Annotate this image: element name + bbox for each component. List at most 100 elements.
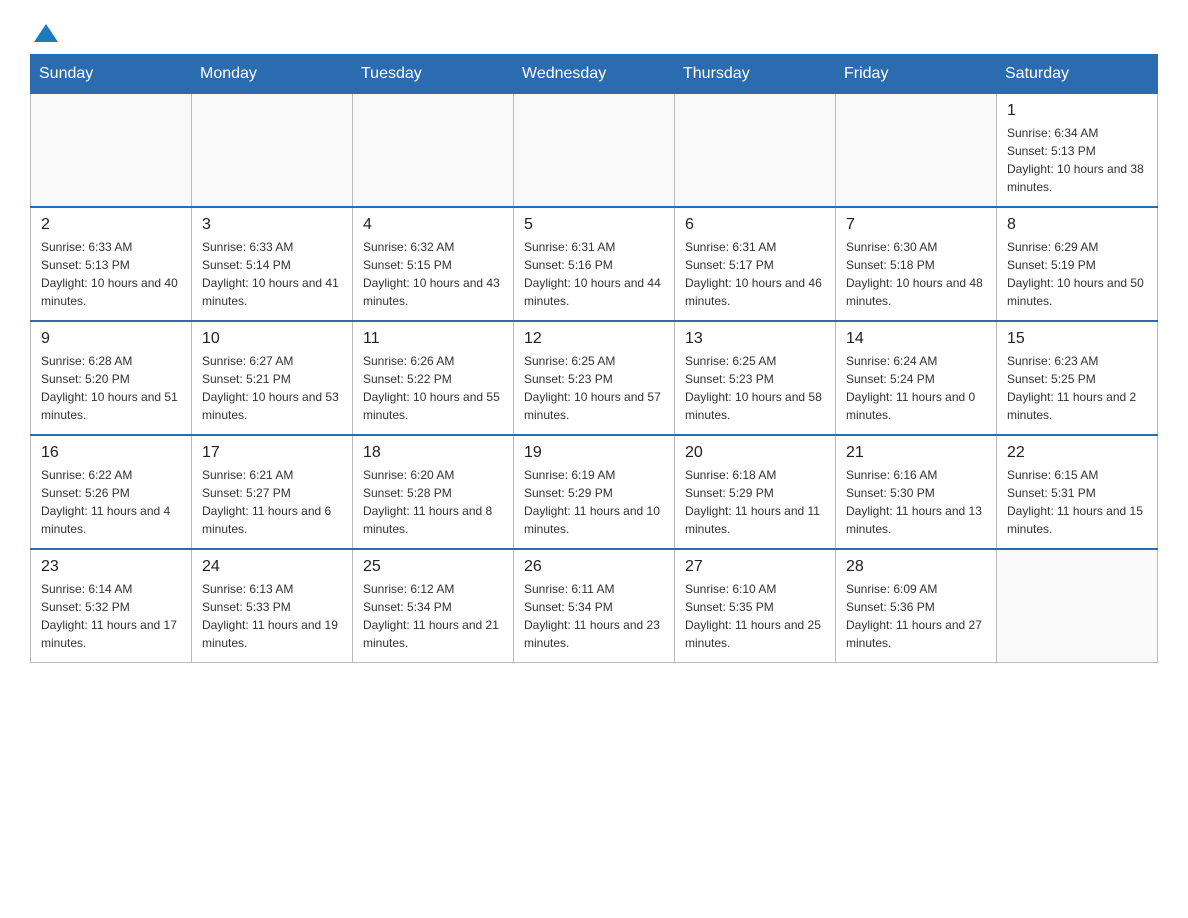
day-info: Sunrise: 6:11 AM Sunset: 5:34 PM Dayligh… — [524, 580, 664, 652]
table-row: 3 Sunrise: 6:33 AM Sunset: 5:14 PM Daylig… — [192, 207, 353, 321]
table-row: 11 Sunrise: 6:26 AM Sunset: 5:22 PM Dayli… — [353, 321, 514, 435]
table-row: 25 Sunrise: 6:12 AM Sunset: 5:34 PM Dayli… — [353, 549, 514, 663]
day-info: Sunrise: 6:20 AM Sunset: 5:28 PM Dayligh… — [363, 466, 503, 538]
table-row: 6 Sunrise: 6:31 AM Sunset: 5:17 PM Daylig… — [675, 207, 836, 321]
day-info: Sunrise: 6:32 AM Sunset: 5:15 PM Dayligh… — [363, 238, 503, 310]
day-info: Sunrise: 6:31 AM Sunset: 5:16 PM Dayligh… — [524, 238, 664, 310]
table-row: 22 Sunrise: 6:15 AM Sunset: 5:31 PM Dayli… — [997, 435, 1158, 549]
day-number: 21 — [846, 444, 986, 462]
day-number: 6 — [685, 216, 825, 234]
calendar-week-row: 1Sunrise: 6:34 AM Sunset: 5:13 PM Daylig… — [31, 94, 1158, 208]
table-row: 8 Sunrise: 6:29 AM Sunset: 5:19 PM Daylig… — [997, 207, 1158, 321]
day-number: 16 — [41, 444, 181, 462]
day-info: Sunrise: 6:21 AM Sunset: 5:27 PM Dayligh… — [202, 466, 342, 538]
day-number: 24 — [202, 558, 342, 576]
table-row: 7 Sunrise: 6:30 AM Sunset: 5:18 PM Daylig… — [836, 207, 997, 321]
table-row: 1Sunrise: 6:34 AM Sunset: 5:13 PM Daylig… — [997, 94, 1158, 208]
day-number: 3 — [202, 216, 342, 234]
days-of-week-row: Sunday Monday Tuesday Wednesday Thursday… — [31, 55, 1158, 94]
calendar-table: Sunday Monday Tuesday Wednesday Thursday… — [30, 54, 1158, 663]
day-number: 1 — [1007, 102, 1147, 120]
table-row: 28Sunrise: 6:09 AM Sunset: 5:36 PM Dayli… — [836, 549, 997, 663]
day-info: Sunrise: 6:19 AM Sunset: 5:29 PM Dayligh… — [524, 466, 664, 538]
calendar-header: Sunday Monday Tuesday Wednesday Thursday… — [31, 55, 1158, 94]
day-info: Sunrise: 6:31 AM Sunset: 5:17 PM Dayligh… — [685, 238, 825, 310]
col-monday: Monday — [192, 55, 353, 94]
table-row: 13 Sunrise: 6:25 AM Sunset: 5:23 PM Dayli… — [675, 321, 836, 435]
logo — [30, 20, 60, 38]
day-info: Sunrise: 6:24 AM Sunset: 5:24 PM Dayligh… — [846, 352, 986, 424]
table-row: 9 Sunrise: 6:28 AM Sunset: 5:20 PM Daylig… — [31, 321, 192, 435]
day-info: Sunrise: 6:28 AM Sunset: 5:20 PM Dayligh… — [41, 352, 181, 424]
day-info: Sunrise: 6:13 AM Sunset: 5:33 PM Dayligh… — [202, 580, 342, 652]
day-number: 20 — [685, 444, 825, 462]
col-thursday: Thursday — [675, 55, 836, 94]
table-row: 20 Sunrise: 6:18 AM Sunset: 5:29 PM Dayli… — [675, 435, 836, 549]
day-info: Sunrise: 6:22 AM Sunset: 5:26 PM Dayligh… — [41, 466, 181, 538]
day-number: 22 — [1007, 444, 1147, 462]
calendar-week-row: 23 Sunrise: 6:14 AM Sunset: 5:32 PM Dayli… — [31, 549, 1158, 663]
table-row: 12Sunrise: 6:25 AM Sunset: 5:23 PM Dayli… — [514, 321, 675, 435]
calendar-week-row: 16 Sunrise: 6:22 AM Sunset: 5:26 PM Dayli… — [31, 435, 1158, 549]
table-row: 26 Sunrise: 6:11 AM Sunset: 5:34 PM Dayli… — [514, 549, 675, 663]
day-number: 4 — [363, 216, 503, 234]
day-number: 27 — [685, 558, 825, 576]
day-number: 18 — [363, 444, 503, 462]
day-number: 12 — [524, 330, 664, 348]
table-row — [31, 94, 192, 208]
table-row — [836, 94, 997, 208]
day-info: Sunrise: 6:15 AM Sunset: 5:31 PM Dayligh… — [1007, 466, 1147, 538]
table-row: 17 Sunrise: 6:21 AM Sunset: 5:27 PM Dayli… — [192, 435, 353, 549]
day-number: 9 — [41, 330, 181, 348]
day-number: 13 — [685, 330, 825, 348]
day-number: 10 — [202, 330, 342, 348]
calendar-week-row: 9 Sunrise: 6:28 AM Sunset: 5:20 PM Daylig… — [31, 321, 1158, 435]
table-row: 19 Sunrise: 6:19 AM Sunset: 5:29 PM Dayli… — [514, 435, 675, 549]
day-info: Sunrise: 6:26 AM Sunset: 5:22 PM Dayligh… — [363, 352, 503, 424]
table-row: 23 Sunrise: 6:14 AM Sunset: 5:32 PM Dayli… — [31, 549, 192, 663]
table-row: 14 Sunrise: 6:24 AM Sunset: 5:24 PM Dayli… — [836, 321, 997, 435]
table-row: 5 Sunrise: 6:31 AM Sunset: 5:16 PM Daylig… — [514, 207, 675, 321]
day-number: 2 — [41, 216, 181, 234]
day-number: 8 — [1007, 216, 1147, 234]
day-number: 23 — [41, 558, 181, 576]
day-number: 5 — [524, 216, 664, 234]
day-number: 7 — [846, 216, 986, 234]
day-number: 17 — [202, 444, 342, 462]
day-number: 19 — [524, 444, 664, 462]
day-info: Sunrise: 6:33 AM Sunset: 5:14 PM Dayligh… — [202, 238, 342, 310]
table-row: 4 Sunrise: 6:32 AM Sunset: 5:15 PM Daylig… — [353, 207, 514, 321]
day-info: Sunrise: 6:12 AM Sunset: 5:34 PM Dayligh… — [363, 580, 503, 652]
day-info: Sunrise: 6:18 AM Sunset: 5:29 PM Dayligh… — [685, 466, 825, 538]
day-info: Sunrise: 6:29 AM Sunset: 5:19 PM Dayligh… — [1007, 238, 1147, 310]
col-tuesday: Tuesday — [353, 55, 514, 94]
col-saturday: Saturday — [997, 55, 1158, 94]
calendar-body: 1Sunrise: 6:34 AM Sunset: 5:13 PM Daylig… — [31, 94, 1158, 663]
day-info: Sunrise: 6:14 AM Sunset: 5:32 PM Dayligh… — [41, 580, 181, 652]
table-row: 15 Sunrise: 6:23 AM Sunset: 5:25 PM Dayli… — [997, 321, 1158, 435]
day-number: 26 — [524, 558, 664, 576]
table-row: 10Sunrise: 6:27 AM Sunset: 5:21 PM Dayli… — [192, 321, 353, 435]
table-row — [192, 94, 353, 208]
table-row: 16 Sunrise: 6:22 AM Sunset: 5:26 PM Dayli… — [31, 435, 192, 549]
day-info: Sunrise: 6:23 AM Sunset: 5:25 PM Dayligh… — [1007, 352, 1147, 424]
day-number: 11 — [363, 330, 503, 348]
table-row — [997, 549, 1158, 663]
table-row: 24 Sunrise: 6:13 AM Sunset: 5:33 PM Dayli… — [192, 549, 353, 663]
day-number: 15 — [1007, 330, 1147, 348]
table-row — [353, 94, 514, 208]
col-sunday: Sunday — [31, 55, 192, 94]
day-number: 14 — [846, 330, 986, 348]
table-row: 2 Sunrise: 6:33 AM Sunset: 5:13 PM Daylig… — [31, 207, 192, 321]
day-info: Sunrise: 6:10 AM Sunset: 5:35 PM Dayligh… — [685, 580, 825, 652]
col-wednesday: Wednesday — [514, 55, 675, 94]
day-number: 25 — [363, 558, 503, 576]
table-row: 21Sunrise: 6:16 AM Sunset: 5:30 PM Dayli… — [836, 435, 997, 549]
table-row: 27 Sunrise: 6:10 AM Sunset: 5:35 PM Dayli… — [675, 549, 836, 663]
col-friday: Friday — [836, 55, 997, 94]
day-info: Sunrise: 6:25 AM Sunset: 5:23 PM Dayligh… — [685, 352, 825, 424]
day-info: Sunrise: 6:30 AM Sunset: 5:18 PM Dayligh… — [846, 238, 986, 310]
day-info: Sunrise: 6:33 AM Sunset: 5:13 PM Dayligh… — [41, 238, 181, 310]
table-row: 18 Sunrise: 6:20 AM Sunset: 5:28 PM Dayli… — [353, 435, 514, 549]
table-row — [514, 94, 675, 208]
